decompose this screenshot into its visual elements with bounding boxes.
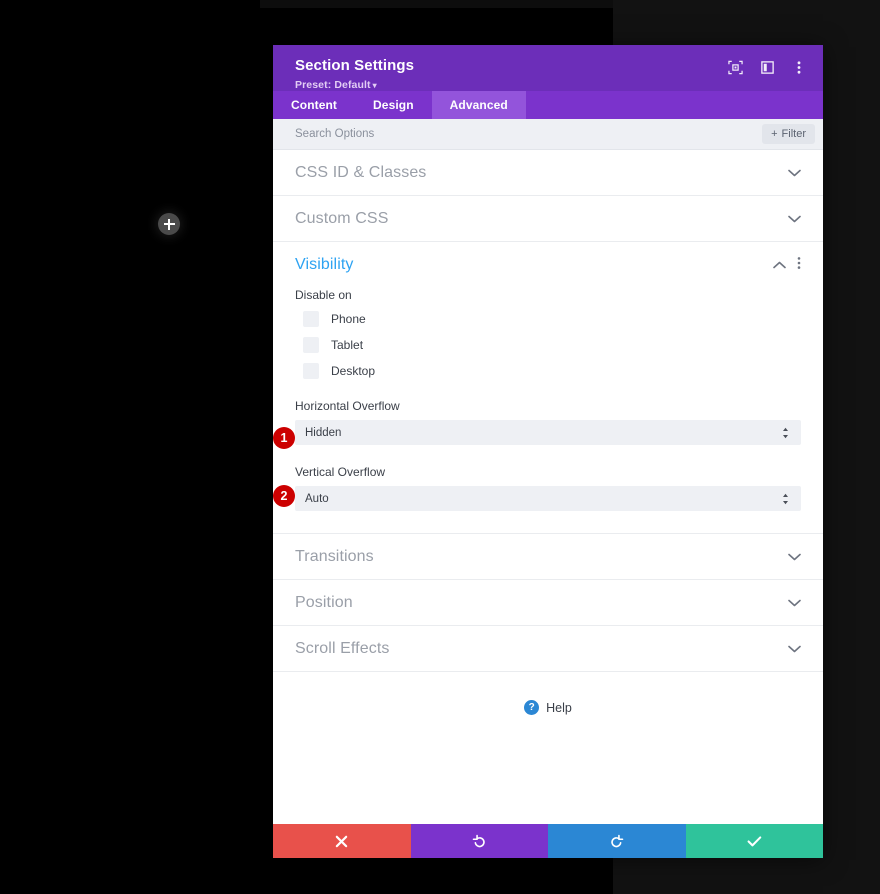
more-options-icon[interactable]	[791, 59, 807, 75]
chevron-up-icon[interactable]	[773, 256, 786, 274]
section-css-id-classes[interactable]: CSS ID & Classes	[273, 150, 823, 196]
checkbox-row-phone[interactable]: Phone	[295, 311, 801, 327]
help-label: Help	[546, 700, 572, 715]
redo-arrow-icon	[611, 834, 624, 847]
chevron-down-icon	[788, 597, 801, 609]
section-title: Transitions	[295, 547, 374, 565]
plus-icon: +	[771, 128, 778, 140]
save-button[interactable]	[685, 824, 823, 858]
vertical-overflow-label: Vertical Overflow	[295, 465, 386, 479]
plus-icon-vertical	[168, 218, 170, 230]
tab-design[interactable]: Design	[355, 91, 432, 119]
chevron-down-icon	[788, 643, 801, 655]
vertical-overflow-select[interactable]: Auto	[295, 486, 801, 511]
add-module-button[interactable]	[158, 213, 180, 235]
vertical-overflow-value: Auto	[305, 492, 329, 505]
cancel-button[interactable]	[273, 824, 411, 858]
header-actions	[727, 59, 807, 75]
close-x-icon	[335, 835, 348, 847]
section-visibility-header[interactable]: Visibility	[273, 242, 823, 288]
horizontal-overflow-value: Hidden	[305, 426, 342, 439]
section-title: Custom CSS	[295, 209, 389, 227]
modal-body: CSS ID & Classes Custom CSS Visibility D…	[273, 150, 823, 824]
more-options-icon[interactable]	[797, 256, 801, 275]
tab-advanced[interactable]: Advanced	[431, 91, 526, 119]
disable-on-label: Disable on	[295, 288, 352, 302]
section-title: CSS ID & Classes	[295, 163, 427, 181]
preset-selector[interactable]: Preset: Default ▾	[295, 79, 801, 91]
checkbox-desktop[interactable]	[303, 363, 319, 379]
undo-button[interactable]	[410, 824, 548, 858]
checkbox-tablet[interactable]	[303, 337, 319, 353]
section-scroll-effects[interactable]: Scroll Effects	[273, 626, 823, 672]
canvas-top-strip	[260, 0, 613, 8]
undo-arrow-icon	[472, 834, 485, 847]
annotation-badge-2: 2	[273, 485, 295, 507]
section-visibility-actions	[773, 256, 801, 275]
section-visibility-body: Disable on Phone Tablet Desktop Horizont…	[273, 288, 823, 533]
section-title: Position	[295, 593, 353, 611]
section-settings-modal: Section Settings Preset: Default ▾ Conte…	[273, 45, 823, 858]
search-input[interactable]	[295, 128, 763, 140]
modal-tabs: Content Design Advanced	[273, 91, 823, 119]
chevron-down-icon: ▾	[372, 80, 377, 90]
chevron-down-icon	[788, 551, 801, 563]
help-link[interactable]: ? Help	[273, 672, 823, 715]
annotation-badge-1: 1	[273, 427, 295, 449]
filter-button-label: Filter	[781, 128, 806, 140]
horizontal-overflow-select[interactable]: Hidden	[295, 420, 801, 445]
section-custom-css[interactable]: Custom CSS	[273, 196, 823, 242]
split-view-icon[interactable]	[759, 59, 775, 75]
checkbox-label-phone: Phone	[331, 312, 366, 326]
preset-label: Preset: Default	[295, 79, 371, 91]
checkbox-row-tablet[interactable]: Tablet	[295, 337, 801, 353]
stepper-arrows-icon[interactable]	[782, 427, 789, 439]
chevron-down-icon	[788, 167, 801, 179]
filter-button[interactable]: + Filter	[762, 124, 815, 144]
checkbox-row-desktop[interactable]: Desktop	[295, 363, 801, 379]
modal-footer	[273, 824, 823, 858]
stepper-arrows-icon[interactable]	[782, 493, 789, 505]
horizontal-overflow-label: Horizontal Overflow	[295, 399, 400, 413]
search-row: + Filter	[273, 119, 823, 150]
checkbox-label-desktop: Desktop	[331, 364, 376, 378]
section-position[interactable]: Position	[273, 580, 823, 626]
page-title: Section Settings	[295, 57, 415, 74]
checkbox-label-tablet: Tablet	[331, 338, 364, 352]
checkbox-phone[interactable]	[303, 311, 319, 327]
question-mark-icon: ?	[524, 700, 540, 715]
section-title: Scroll Effects	[295, 639, 390, 657]
focus-expand-icon[interactable]	[727, 59, 743, 75]
tab-content[interactable]: Content	[273, 91, 355, 119]
chevron-down-icon	[788, 213, 801, 225]
redo-button[interactable]	[548, 824, 686, 858]
section-transitions[interactable]: Transitions	[273, 534, 823, 580]
section-title: Visibility	[295, 256, 354, 273]
modal-header: Section Settings Preset: Default ▾	[273, 45, 823, 91]
section-visibility: Visibility Disable on Phone Tablet Deskt…	[273, 242, 823, 534]
checkmark-icon	[747, 835, 762, 846]
